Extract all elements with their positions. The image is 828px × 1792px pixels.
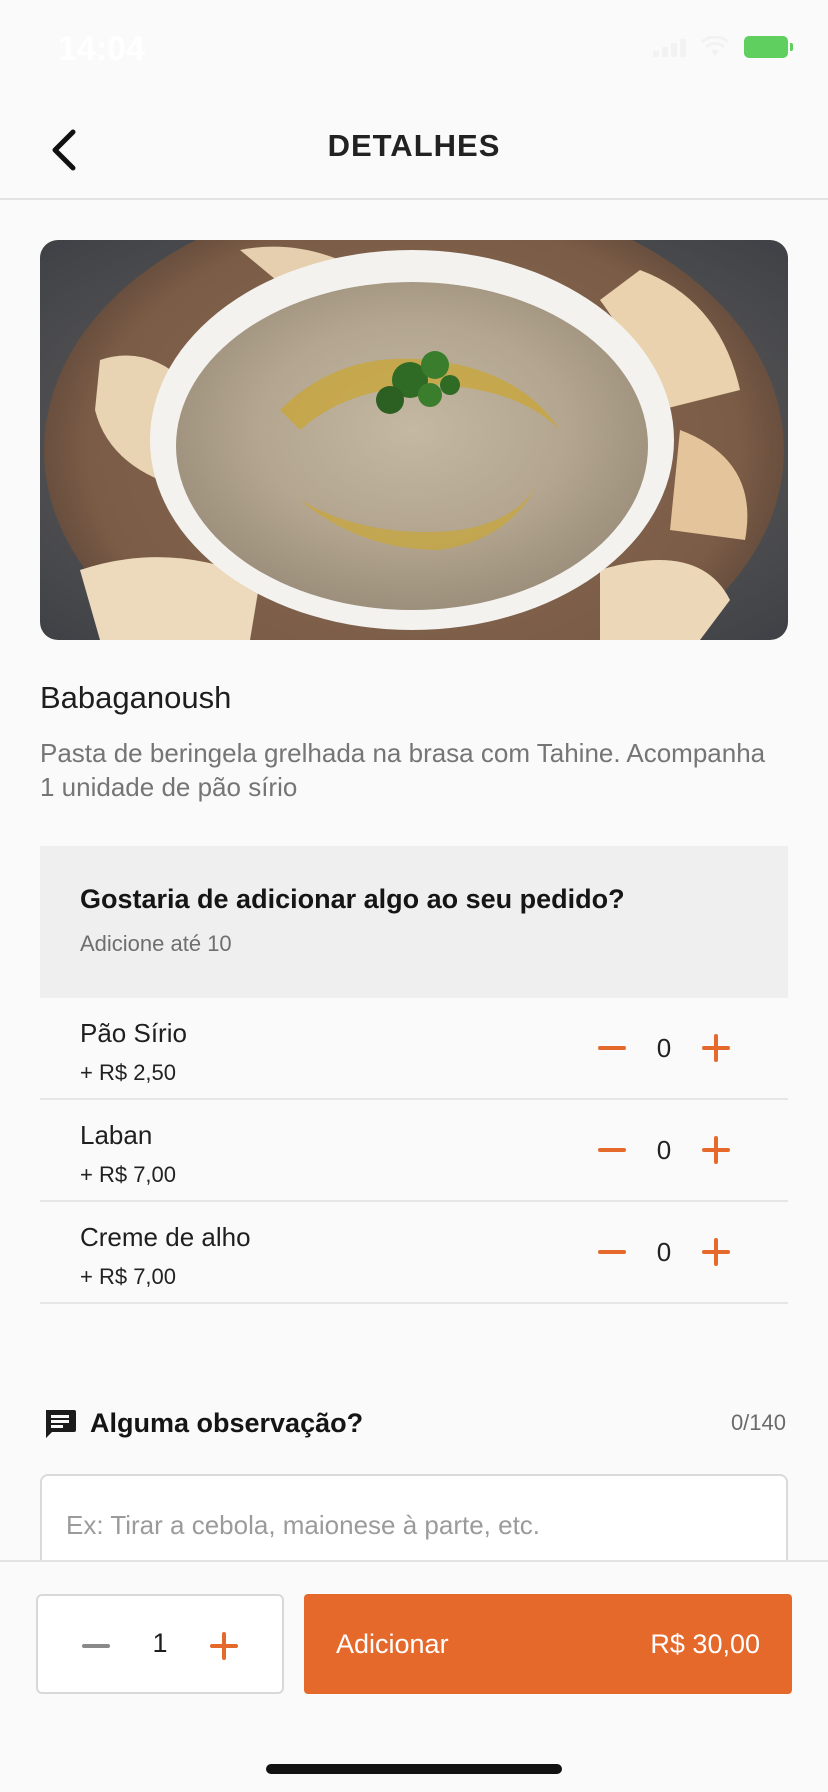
addon-count: 0 bbox=[656, 1032, 672, 1063]
comment-icon bbox=[46, 1410, 76, 1438]
addon-price: + R$ 2,50 bbox=[80, 1060, 177, 1085]
product-image bbox=[40, 240, 788, 640]
addon-row-laban: Laban + R$ 7,00 0 bbox=[40, 1100, 788, 1202]
addon-name: Pão Sírio bbox=[80, 1018, 187, 1048]
detail-content[interactable]: Babaganoush Pasta de beringela grelhada … bbox=[0, 202, 828, 1560]
add-to-order-button[interactable]: Adicionar R$ 30,00 bbox=[304, 1594, 792, 1694]
quantity-increment-button[interactable] bbox=[204, 1626, 244, 1666]
addon-stepper: 0 bbox=[592, 1124, 736, 1176]
addon-price: + R$ 7,00 bbox=[80, 1162, 177, 1187]
product-description: Pasta de beringela grelhada na brasa com… bbox=[40, 738, 766, 802]
addon-price: + R$ 7,00 bbox=[80, 1264, 177, 1289]
observation-header: Alguma observação? 0/140 bbox=[40, 1404, 788, 1444]
addon-count: 0 bbox=[656, 1236, 672, 1267]
product-name: Babaganoush bbox=[40, 680, 232, 715]
addon-stepper: 0 bbox=[592, 1022, 736, 1074]
minus-icon bbox=[598, 1148, 626, 1152]
quantity-value: 1 bbox=[152, 1628, 168, 1658]
addons-subtitle: Adicione até 10 bbox=[80, 931, 232, 956]
status-bar: 14:04 bbox=[0, 0, 828, 100]
addon-name: Creme de alho bbox=[80, 1222, 251, 1252]
observation-input[interactable] bbox=[40, 1474, 788, 1560]
addon-list: Pão Sírio + R$ 2,50 0 Laban + R$ 7,00 0 … bbox=[40, 998, 788, 1304]
increment-button[interactable] bbox=[696, 1232, 736, 1272]
decrement-button[interactable] bbox=[592, 1130, 632, 1170]
observation-label: Alguma observação? bbox=[90, 1408, 364, 1438]
quantity-stepper: 1 bbox=[36, 1594, 284, 1694]
add-button-label: Adicionar bbox=[336, 1628, 449, 1659]
status-time: 14:04 bbox=[58, 30, 145, 68]
addon-stepper: 0 bbox=[592, 1226, 736, 1278]
status-icons bbox=[653, 36, 793, 58]
minus-icon bbox=[598, 1250, 626, 1254]
addon-row-creme-de-alho: Creme de alho + R$ 7,00 0 bbox=[40, 1202, 788, 1304]
home-indicator bbox=[266, 1764, 562, 1774]
signal-icon bbox=[653, 37, 686, 57]
minus-icon bbox=[598, 1046, 626, 1050]
addons-header: Gostaria de adicionar algo ao seu pedido… bbox=[40, 846, 788, 998]
addon-name: Laban bbox=[80, 1120, 153, 1150]
page-title: DETALHES bbox=[327, 128, 501, 163]
bottom-bar: 1 Adicionar R$ 30,00 bbox=[0, 1560, 828, 1792]
increment-button[interactable] bbox=[696, 1028, 736, 1068]
nav-header: DETALHES bbox=[0, 100, 828, 200]
decrement-button[interactable] bbox=[592, 1232, 632, 1272]
battery-icon bbox=[744, 36, 793, 58]
add-button-total: R$ 30,00 bbox=[650, 1628, 760, 1659]
addon-count: 0 bbox=[656, 1134, 672, 1165]
addons-title: Gostaria de adicionar algo ao seu pedido… bbox=[80, 884, 625, 914]
observation-char-counter: 0/140 bbox=[730, 1410, 786, 1435]
increment-button[interactable] bbox=[696, 1130, 736, 1170]
decrement-button[interactable] bbox=[592, 1028, 632, 1068]
addon-row-pao-sirio: Pão Sírio + R$ 2,50 0 bbox=[40, 998, 788, 1100]
wifi-icon bbox=[700, 36, 730, 56]
